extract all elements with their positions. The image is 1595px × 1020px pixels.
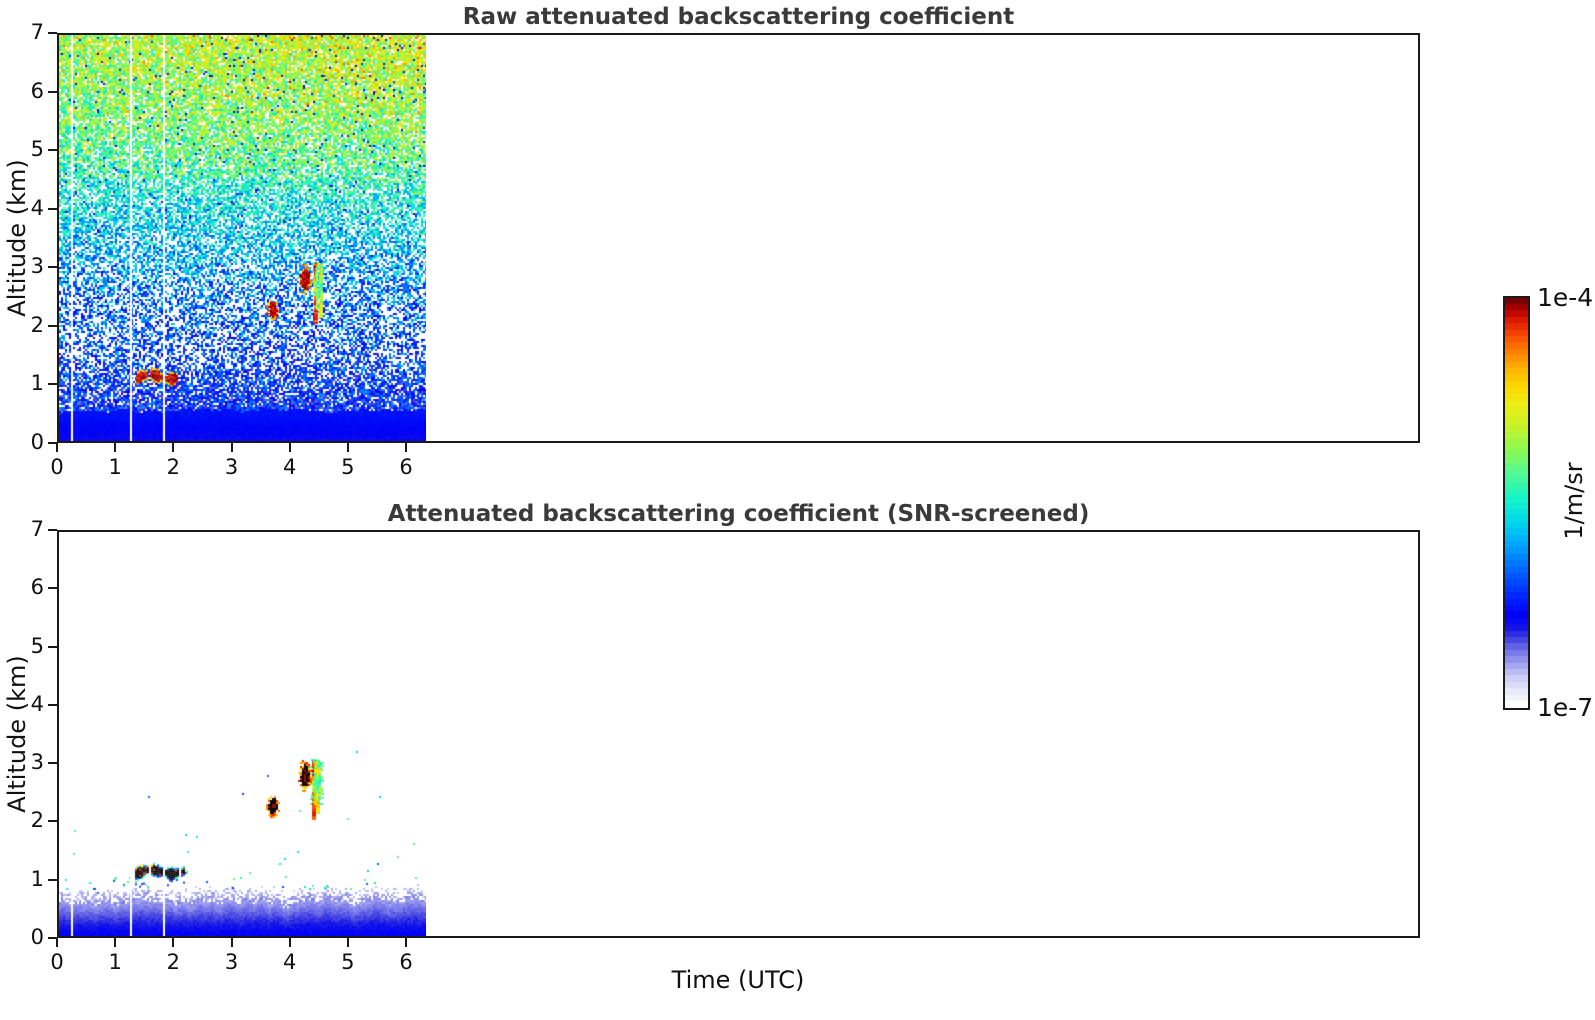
x-tick	[288, 938, 291, 947]
y-tick-label: 4	[30, 691, 44, 716]
x-tick	[405, 938, 408, 947]
x-tick	[230, 443, 233, 452]
panel-screened	[57, 530, 1420, 938]
y-tick	[48, 645, 57, 648]
x-tick	[56, 443, 58, 452]
x-tick-label: 0	[50, 455, 64, 479]
y-tick	[48, 762, 57, 765]
y-tick	[48, 937, 57, 939]
colorbar-min-label: 1e-7	[1537, 693, 1594, 722]
x-tick	[288, 443, 291, 452]
y-tick	[48, 529, 57, 531]
y-tick-label: 0	[30, 430, 44, 454]
x-tick-label: 5	[341, 950, 355, 974]
y-tick	[48, 207, 57, 210]
x-tick-label: 6	[399, 950, 413, 974]
panel-title-screened: Attenuated backscattering coefficient (S…	[387, 501, 1090, 527]
y-axis-label-raw: Altitude (km)	[3, 159, 31, 317]
x-tick	[172, 938, 175, 947]
colorbar-unit-label: 1/m/sr	[1560, 462, 1588, 540]
x-tick-label: 2	[166, 455, 181, 479]
x-tick-label: 4	[282, 455, 297, 479]
x-tick-label: 2	[166, 950, 181, 974]
y-tick	[48, 703, 57, 706]
y-tick	[48, 878, 57, 881]
y-tick	[48, 324, 57, 327]
x-tick-label: 1	[108, 455, 122, 479]
x-tick-label: 5	[341, 455, 355, 479]
x-tick-label: 3	[224, 950, 239, 974]
y-tick-label: 2	[30, 808, 44, 833]
colorbar-canvas	[1505, 298, 1528, 708]
x-tick-label: 1	[108, 950, 122, 974]
x-tick-label: 0	[50, 950, 64, 974]
panel-title-raw: Raw attenuated backscattering coefficien…	[462, 4, 1015, 30]
raw-heatmap-canvas	[59, 35, 426, 441]
x-tick	[114, 938, 117, 947]
screened-heatmap-canvas	[59, 532, 426, 936]
y-tick	[48, 442, 57, 444]
y-tick	[48, 32, 57, 34]
x-tick	[230, 938, 233, 947]
x-tick	[114, 443, 117, 452]
x-tick-label: 4	[282, 950, 297, 974]
y-tick-label: 3	[30, 254, 44, 279]
y-tick	[48, 149, 57, 152]
x-tick	[346, 443, 349, 452]
colorbar-max-label: 1e-4	[1537, 283, 1594, 312]
figure: Raw attenuated backscattering coefficien…	[0, 0, 1595, 1020]
y-tick-label: 0	[30, 925, 44, 949]
y-tick-label: 1	[30, 866, 44, 891]
y-tick-label: 3	[30, 750, 44, 775]
x-axis-label: Time (UTC)	[671, 966, 805, 994]
y-axis-label-screened: Altitude (km)	[3, 655, 31, 813]
y-tick	[48, 266, 57, 269]
panel-raw	[57, 33, 1420, 443]
x-tick	[56, 938, 58, 947]
y-tick-label: 7	[30, 20, 44, 44]
x-tick	[405, 443, 408, 452]
y-tick	[48, 587, 57, 590]
y-tick	[48, 820, 57, 823]
y-tick-label: 4	[30, 195, 44, 220]
x-tick-label: 3	[224, 455, 239, 479]
y-tick	[48, 90, 57, 93]
y-tick-label: 2	[30, 312, 44, 337]
y-tick-label: 5	[30, 633, 44, 658]
x-tick	[346, 938, 349, 947]
x-tick	[172, 443, 175, 452]
y-tick-label: 7	[30, 517, 44, 541]
y-tick-label: 5	[30, 137, 44, 162]
y-tick-label: 6	[30, 575, 44, 600]
colorbar	[1503, 296, 1530, 710]
y-tick-label: 1	[30, 371, 44, 396]
y-tick	[48, 383, 57, 386]
y-tick-label: 6	[30, 78, 44, 103]
x-tick-label: 6	[399, 455, 413, 479]
